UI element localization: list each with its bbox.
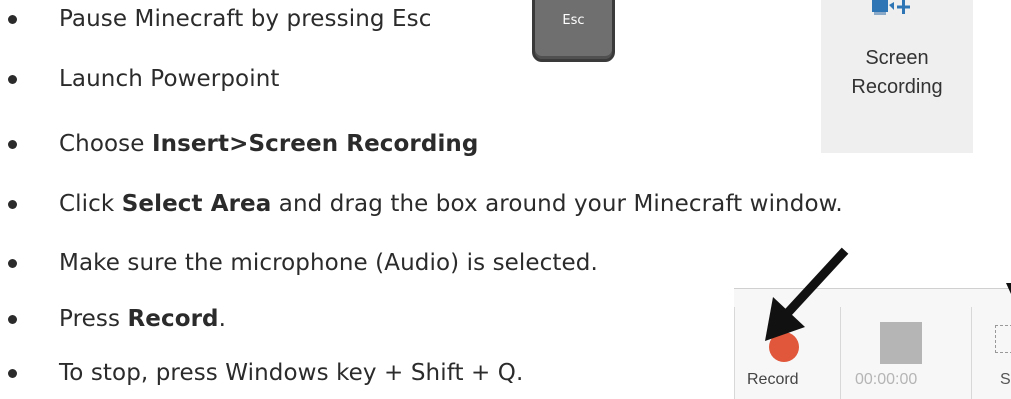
screen-recording-label: Screen Recording xyxy=(851,47,943,98)
bullet-bold-text: Record xyxy=(127,306,219,332)
divider xyxy=(734,307,735,399)
bullet-text: Click xyxy=(59,191,122,217)
divider xyxy=(840,307,841,399)
bullet-icon xyxy=(8,15,17,24)
bullet-text: Launch Powerpoint xyxy=(59,66,280,92)
esc-key-illustration: Esc xyxy=(532,0,615,62)
bullet-icon xyxy=(8,369,17,378)
screen-recording-icon xyxy=(872,0,910,15)
esc-key-label: Esc xyxy=(562,13,585,28)
timer-readout: 00:00:00 xyxy=(855,371,918,388)
stop-icon[interactable] xyxy=(880,322,922,364)
bullet-text-tail: . xyxy=(218,306,227,332)
bullet-text: Choose xyxy=(59,131,152,157)
bullet-icon xyxy=(8,75,17,84)
bullet-bold-text: Insert>Screen Recording xyxy=(151,131,479,157)
bullet-text: Pause Minecraft by pressing Esc xyxy=(59,6,432,32)
select-area-icon[interactable] xyxy=(995,325,1011,353)
bullet-text: Press xyxy=(59,306,128,332)
bullet-icon xyxy=(8,140,17,149)
divider xyxy=(971,307,972,399)
bullet-icon xyxy=(8,315,17,324)
screen-recording-button[interactable]: Screen Recording xyxy=(821,0,973,153)
bullet-icon xyxy=(8,259,17,268)
bullet-text-tail: and drag the box around your Minecraft w… xyxy=(271,191,843,217)
select-area-label[interactable]: S xyxy=(1000,369,1011,391)
record-button-label[interactable]: Record xyxy=(747,369,799,391)
bullet-icon xyxy=(8,200,17,209)
record-icon[interactable] xyxy=(769,332,799,362)
bullet-text: Make sure the microphone (Audio) is sele… xyxy=(59,250,598,276)
bullet-text: To stop, press Windows key + Shift + Q. xyxy=(59,360,524,386)
bullet-bold-text: Select Area xyxy=(121,191,272,217)
